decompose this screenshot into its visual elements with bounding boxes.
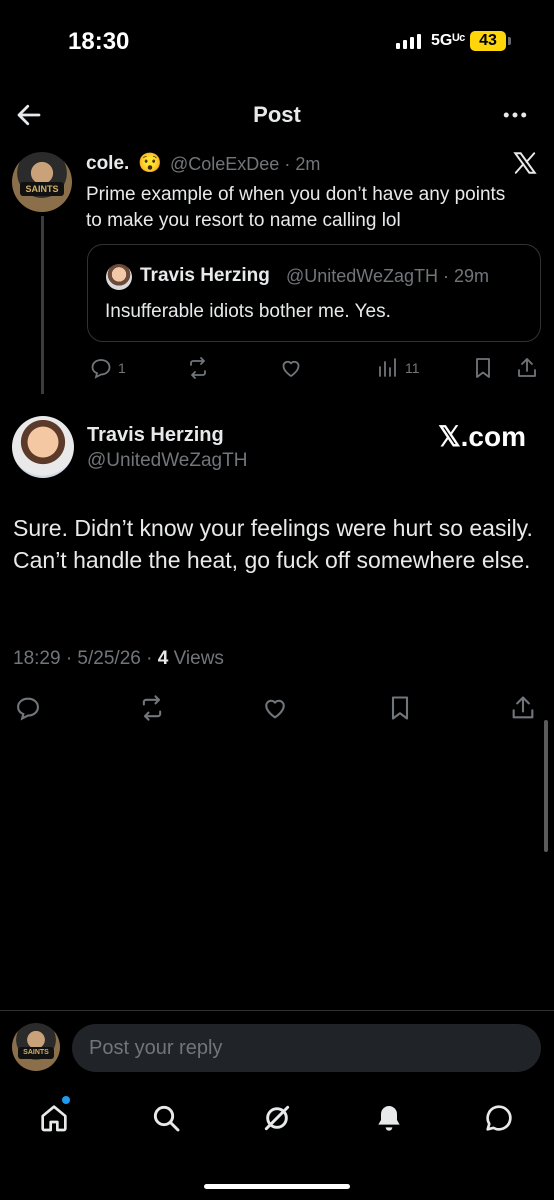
tweet-timestamp: 18:29 · 5/25/26 · xyxy=(13,648,158,669)
views-count: 11 xyxy=(405,360,420,376)
post-header: Post xyxy=(0,90,554,140)
reply-input[interactable] xyxy=(72,1024,541,1072)
page-title: Post xyxy=(253,102,301,127)
views-icon[interactable] xyxy=(376,356,400,380)
network-type: 5Gᵁᶜ xyxy=(431,32,466,49)
quoted-author-handle: @UnitedWeZagTH · 29m xyxy=(286,266,490,286)
messages-icon[interactable] xyxy=(483,1102,515,1134)
more-options-icon[interactable] xyxy=(500,100,530,130)
quoted-author-name: Travis Herzing xyxy=(140,265,270,286)
author-handle[interactable]: @ColeExDee · 2m xyxy=(170,154,320,175)
battery-tip xyxy=(508,37,511,45)
author-handle[interactable]: @UnitedWeZagTH xyxy=(87,450,247,472)
author-emoji: 😯 xyxy=(138,153,162,174)
search-icon[interactable] xyxy=(150,1102,182,1134)
avatar: SAINTS xyxy=(12,1023,60,1071)
notification-dot xyxy=(62,1096,70,1104)
home-icon[interactable] xyxy=(38,1102,70,1134)
bottom-nav xyxy=(0,1096,554,1140)
scrollbar[interactable] xyxy=(544,720,548,852)
x-logo-icon xyxy=(512,150,538,176)
avatar xyxy=(106,264,132,290)
repost-icon[interactable] xyxy=(186,356,210,380)
bookmark-icon[interactable] xyxy=(386,694,414,722)
grok-icon[interactable] xyxy=(261,1102,293,1134)
saints-logo: SAINTS xyxy=(20,182,64,196)
tweet-text: Prime example of when you don’t have any… xyxy=(86,184,506,231)
views-count[interactable]: 4 xyxy=(158,648,169,669)
quoted-tweet[interactable]: Travis Herzing @UnitedWeZagTH · 29m Insu… xyxy=(87,244,541,342)
reply-icon[interactable] xyxy=(89,356,113,380)
battery-icon: 43 xyxy=(470,31,506,51)
tweet-meta: 18:29 · 5/25/26 · 4 Views xyxy=(13,648,224,670)
status-bar: 18:30 5Gᵁᶜ 43 xyxy=(0,0,554,80)
tweet-text: Sure. Didn’t know your feelings were hur… xyxy=(13,515,533,573)
like-icon[interactable] xyxy=(261,694,289,722)
tweet-actions: 1 11 xyxy=(0,356,554,382)
status-time: 18:30 xyxy=(68,28,130,55)
avatar[interactable] xyxy=(12,416,74,478)
author-name[interactable]: Travis Herzing xyxy=(87,424,224,447)
bookmark-icon[interactable] xyxy=(471,356,495,380)
home-indicator xyxy=(204,1184,350,1189)
notifications-icon[interactable] xyxy=(373,1102,405,1134)
like-icon[interactable] xyxy=(279,356,303,380)
author-name[interactable]: cole. xyxy=(86,153,129,175)
share-icon[interactable] xyxy=(515,356,539,380)
reply-count: 1 xyxy=(118,360,126,376)
share-icon[interactable] xyxy=(509,694,537,722)
reply-icon[interactable] xyxy=(14,694,42,722)
avatar[interactable]: SAINTS xyxy=(12,152,72,212)
tweet-actions xyxy=(0,694,554,722)
saints-logo: SAINTS xyxy=(18,1047,54,1059)
divider xyxy=(0,1010,554,1011)
signal-icon xyxy=(396,33,421,49)
repost-icon[interactable] xyxy=(138,694,166,722)
quoted-tweet-text: Insufferable idiots bother me. Yes. xyxy=(105,301,391,322)
views-label: Views xyxy=(168,648,224,669)
xcom-watermark: 𝕏.com xyxy=(438,421,526,452)
